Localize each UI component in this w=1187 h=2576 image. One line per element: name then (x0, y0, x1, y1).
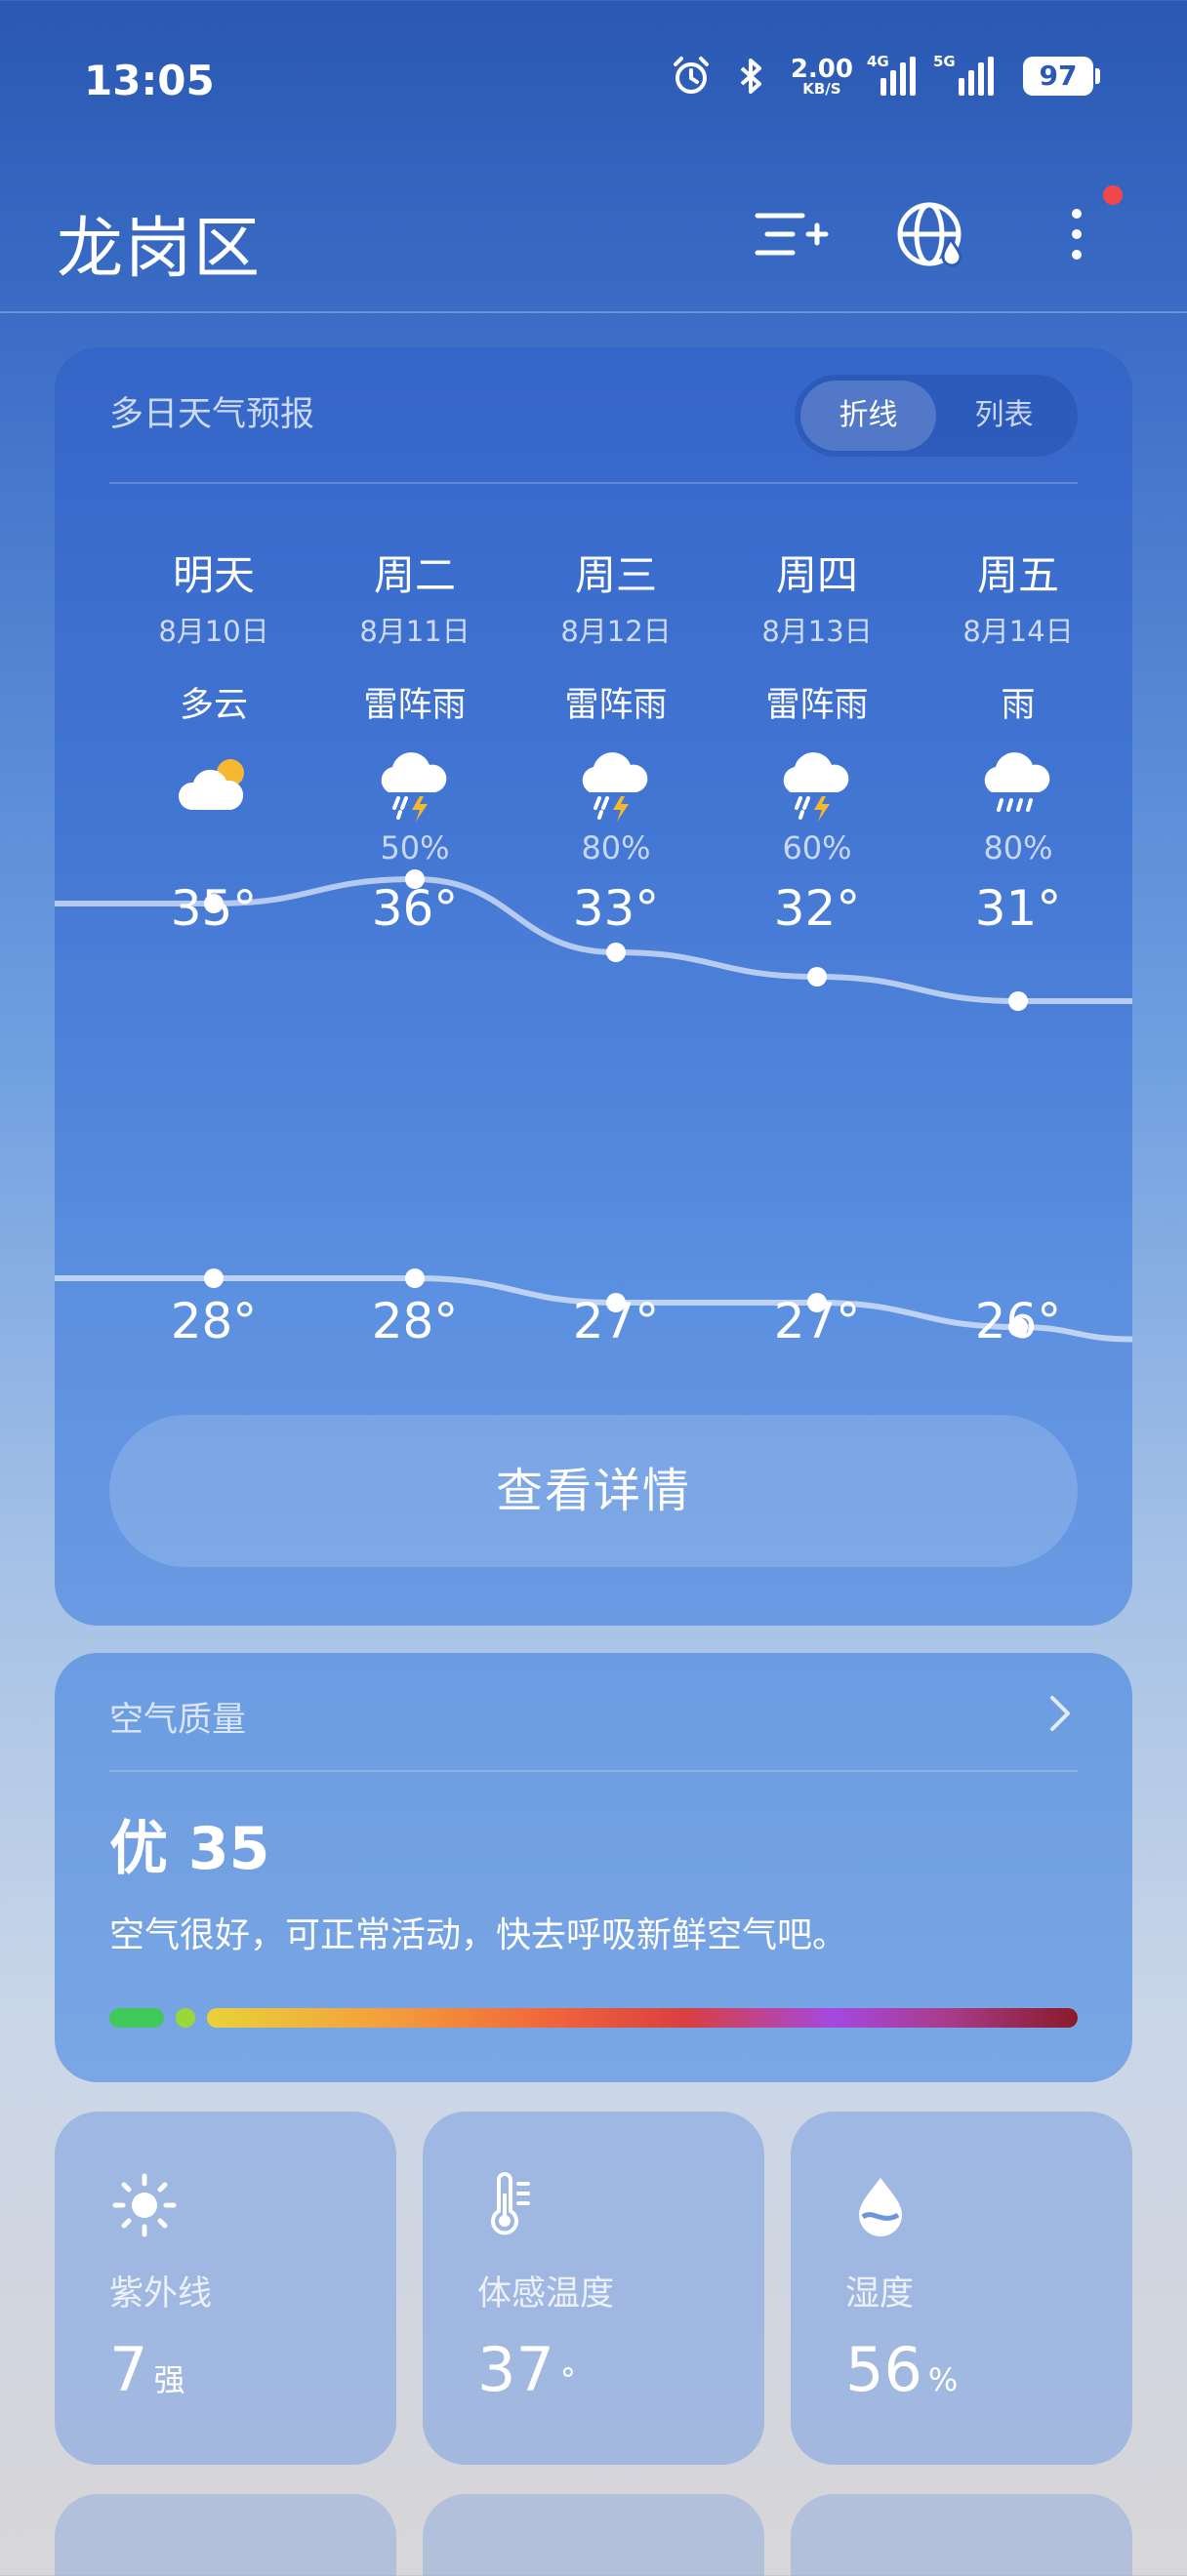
chevron-right-icon (1050, 1696, 1070, 1731)
day-name: 周二 (373, 551, 456, 599)
precip-probability: 80% (581, 829, 651, 866)
view-toggle: 折线 列表 (795, 375, 1078, 457)
high-temp: 35° (170, 880, 258, 937)
forecast-divider (109, 482, 1078, 484)
precip-probability: 50% (380, 829, 450, 866)
day-name: 周四 (775, 551, 858, 599)
forecast-day-4[interactable]: 周五 8月14日雨 80% 31° (918, 543, 1119, 937)
thunderstorm-icon (572, 742, 660, 829)
signal-5g-icon: 5G (933, 53, 1005, 96)
feels-like-value: 37 ° (477, 2334, 576, 2405)
feels-like-label: 体感温度 (477, 2274, 615, 2314)
uv-label: 紫外线 (109, 2274, 213, 2314)
status-time: 13:05 (84, 57, 215, 104)
feels-like-tile[interactable]: 体感温度 37 ° (423, 2112, 764, 2465)
day-date: 8月13日 (761, 615, 873, 648)
forecast-title: 多日天气预报 (109, 395, 315, 434)
multi-day-forecast-card: 多日天气预报 折线 列表 明天 8月10日多云 35° 周二 8月11日雷阵雨 50% 36… (55, 347, 1132, 1626)
aqi-divider (109, 1770, 1078, 1772)
forecast-day-2[interactable]: 周三 8月12日雷阵雨 80% 33° (515, 543, 716, 937)
day-name: 周三 (574, 551, 657, 599)
day-condition: 多云 (179, 686, 248, 725)
humidity-tile[interactable]: 湿度 56% (791, 2112, 1132, 2465)
high-temp: 31° (974, 880, 1062, 937)
aqi-description: 空气很好，可正常活动，快去呼吸新鲜空气吧。 (109, 1915, 848, 1955)
toggle-line-view[interactable]: 折线 (800, 381, 936, 451)
day-condition: 雷阵雨 (765, 686, 869, 725)
low-temp-label: 27° (773, 1293, 861, 1349)
low-temp-point-0 (204, 1268, 224, 1288)
partly-cloudy-icon (170, 742, 258, 829)
precip-probability: 60% (782, 829, 852, 866)
thunderstorm-icon (773, 742, 861, 829)
extra-tile-2[interactable] (423, 2494, 764, 2576)
aqi-value: 优 35 (109, 1815, 270, 1883)
day-date: 8月11日 (359, 615, 471, 648)
extra-tile-3[interactable] (791, 2494, 1132, 2576)
battery-icon: 97 (1023, 57, 1100, 96)
low-temp-label: 28° (371, 1293, 459, 1349)
aqi-scale-bar (109, 2008, 1078, 2028)
status-icons: 2.00 KB/S 4G 5G 97 (670, 53, 1100, 98)
manage-cities-button[interactable] (744, 190, 832, 278)
day-condition: 雷阵雨 (363, 686, 467, 725)
sun-icon (112, 2173, 177, 2237)
uv-value: 7强 (109, 2334, 185, 2405)
forecast-day-0[interactable]: 明天 8月10日多云 35° (113, 543, 314, 937)
uv-tile[interactable]: 紫外线 7强 (55, 2112, 396, 2465)
high-temp: 36° (371, 880, 459, 937)
precip-probability (113, 829, 314, 874)
thunderstorm-icon (371, 742, 459, 829)
humidity-label: 湿度 (845, 2274, 915, 2314)
network-speed: 2.00 KB/S (790, 54, 853, 98)
day-date: 8月12日 (560, 615, 672, 648)
humidity-icon (859, 2178, 902, 2236)
extra-tile-1[interactable] (55, 2494, 396, 2576)
day-date: 8月14日 (962, 615, 1074, 648)
globe-drop-icon (897, 202, 962, 267)
aqi-title: 空气质量 (109, 1701, 247, 1740)
low-temp-label: 26° (974, 1293, 1062, 1349)
forecast-days[interactable]: 明天 8月10日多云 35° 周二 8月11日雷阵雨 50% 36° 周三 8月12日雷阵雨 80… (55, 543, 1132, 1108)
signal-4g-icon: 4G (867, 53, 920, 96)
day-date: 8月10日 (158, 615, 269, 648)
low-temp-label: 28° (170, 1293, 258, 1349)
weather-map-button[interactable] (888, 190, 976, 278)
alarm-icon (673, 57, 709, 94)
day-condition: 雨 (1001, 686, 1036, 725)
toggle-list-view[interactable]: 列表 (936, 381, 1072, 451)
app-header: 龙岗区 (0, 161, 1187, 313)
low-temp-label: 27° (572, 1293, 660, 1349)
high-temp: 32° (773, 880, 861, 937)
forecast-day-1[interactable]: 周二 8月11日雷阵雨 50% 36° (314, 543, 515, 937)
rain-icon (974, 742, 1062, 829)
city-title: 龙岗区 (57, 211, 263, 288)
thermometer-icon (491, 2172, 530, 2235)
day-condition: 雷阵雨 (564, 686, 668, 725)
air-quality-card[interactable]: 空气质量 优 35 空气很好，可正常活动，快去呼吸新鲜空气吧。 (55, 1653, 1132, 2082)
high-temp: 33° (572, 880, 660, 937)
add-list-icon (755, 213, 829, 256)
view-details-button[interactable]: 查看详情 (109, 1415, 1078, 1567)
day-name: 明天 (172, 551, 255, 599)
precip-probability: 80% (983, 829, 1053, 866)
day-name: 周五 (976, 551, 1059, 599)
humidity-value: 56% (845, 2334, 959, 2405)
notification-dot (1103, 185, 1123, 205)
status-bar: 13:05 2.00 KB/S 4G 5G 97 (0, 0, 1187, 161)
low-temp-point-1 (405, 1268, 425, 1288)
forecast-day-3[interactable]: 周四 8月13日雷阵雨 60% 32° (716, 543, 918, 937)
bluetooth-icon (740, 59, 761, 94)
